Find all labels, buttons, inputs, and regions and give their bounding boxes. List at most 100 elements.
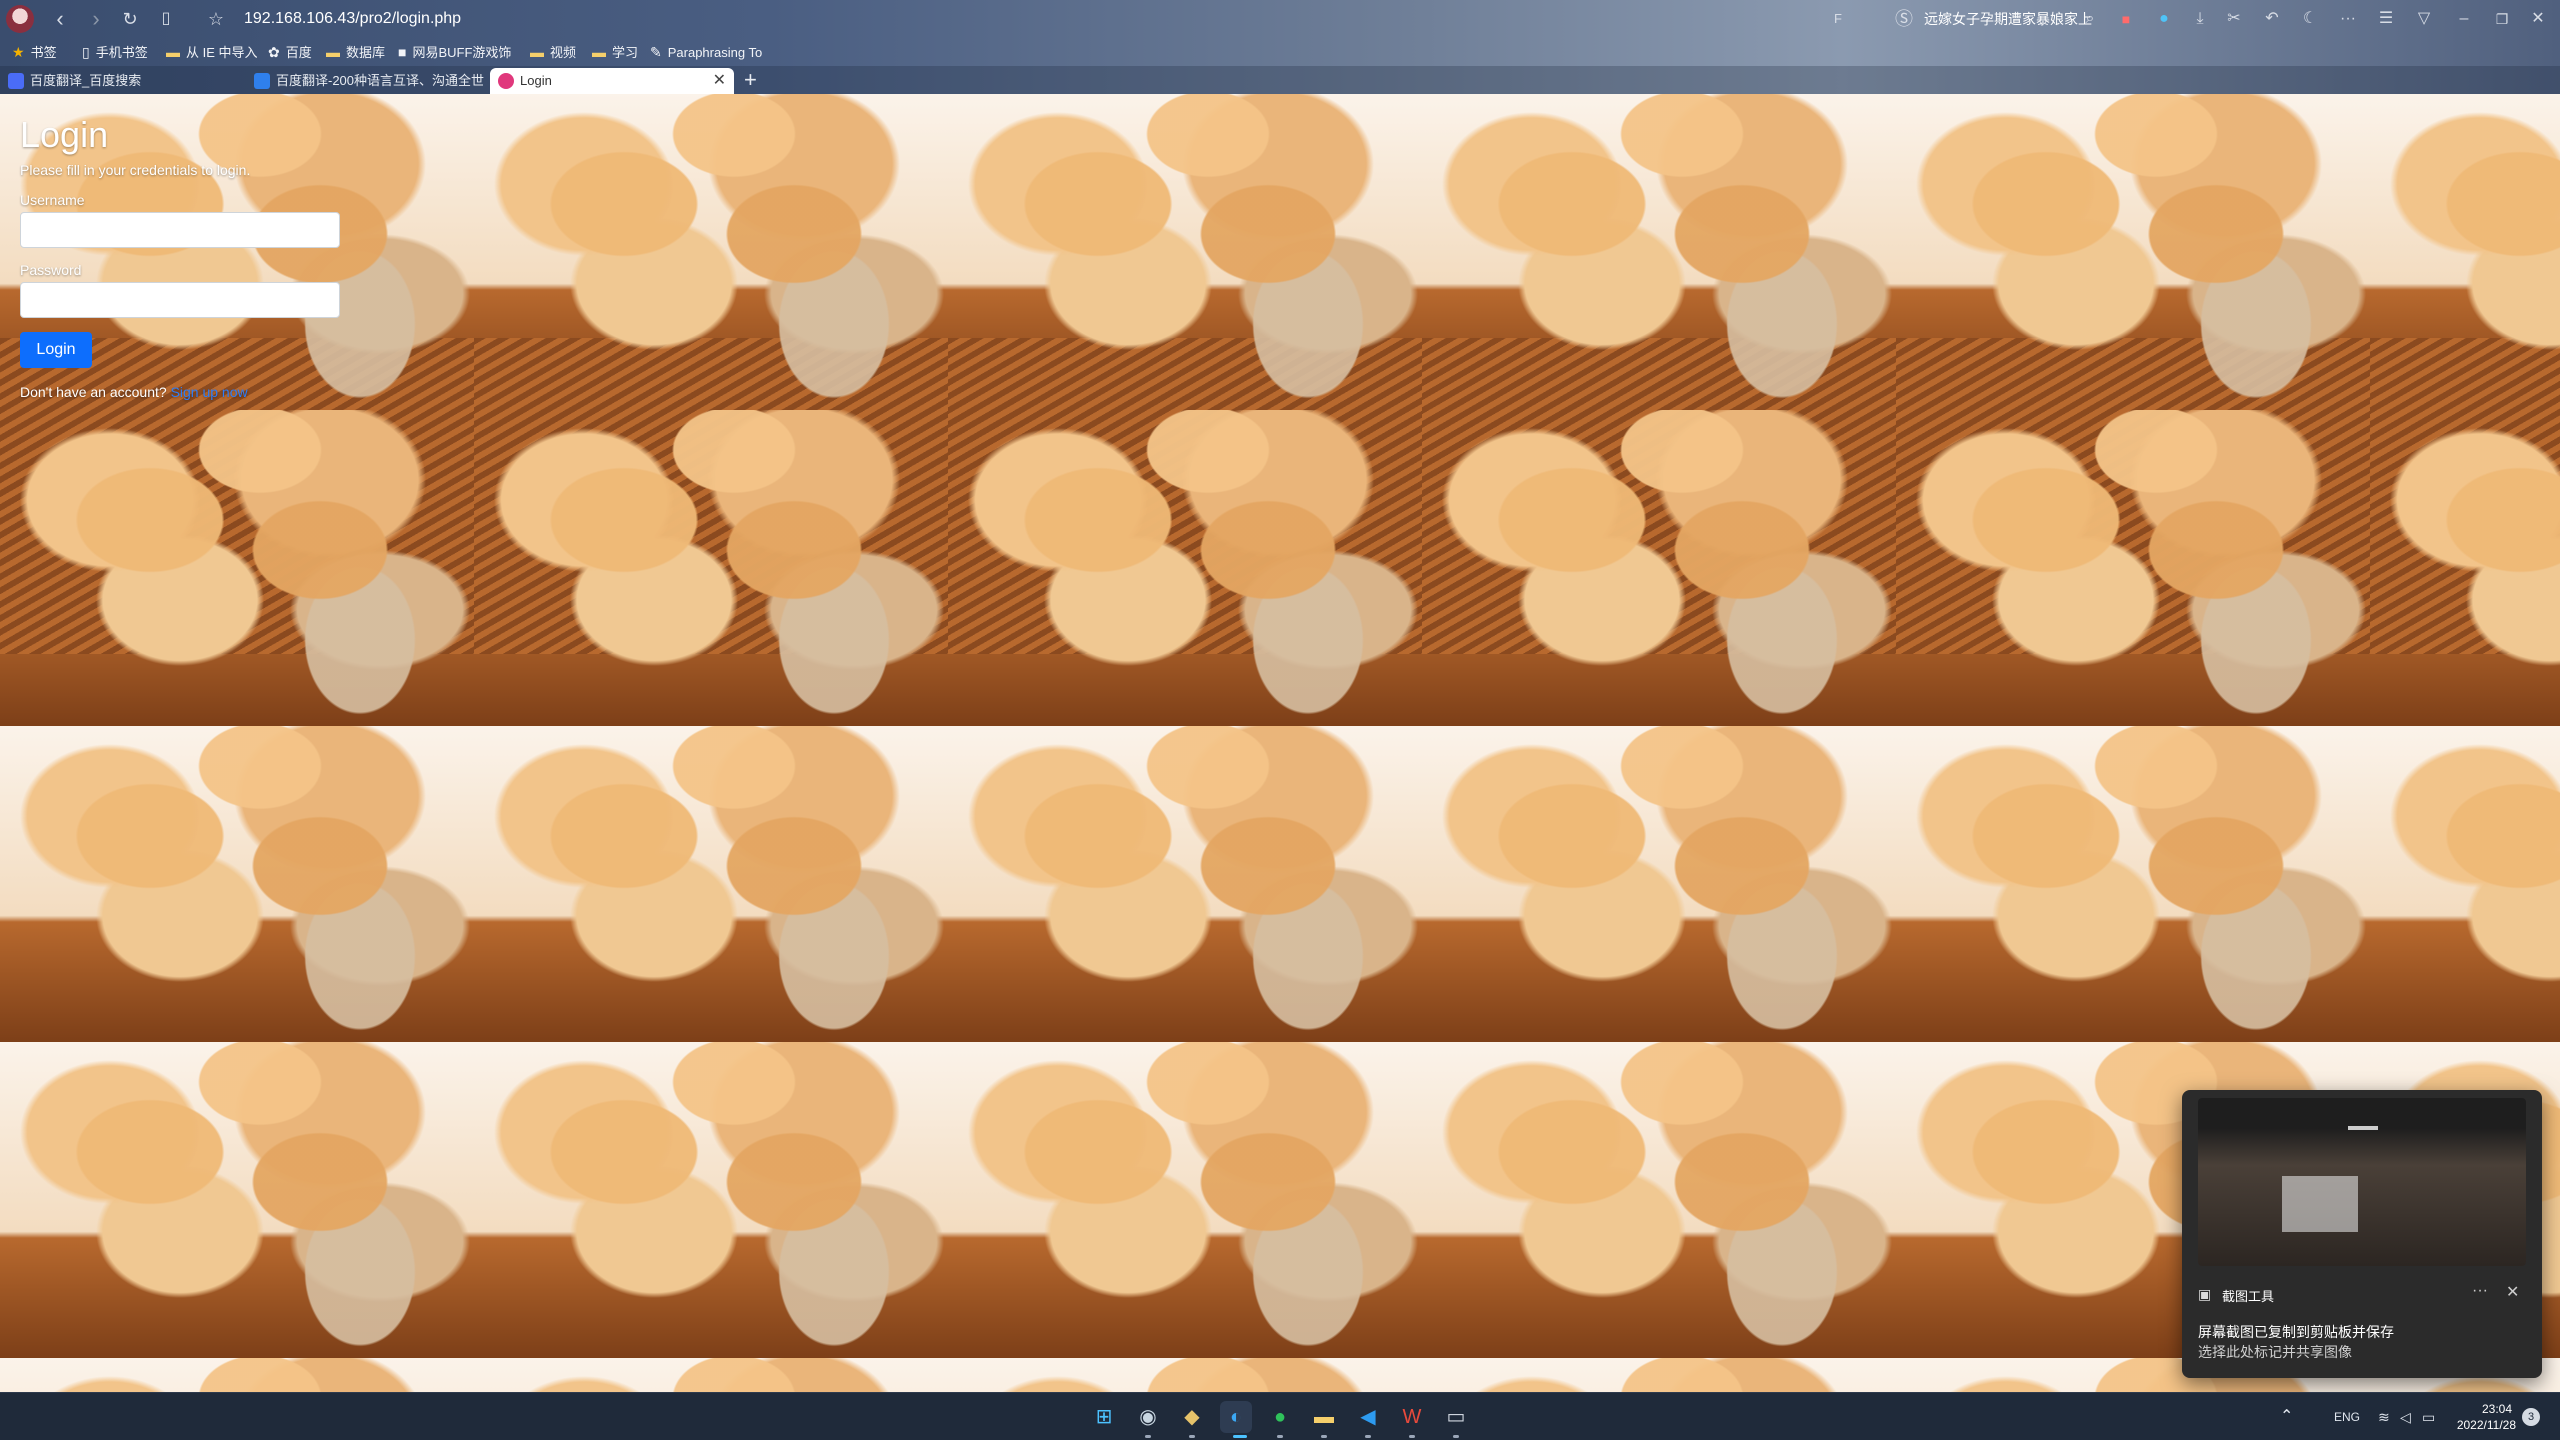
- wps-icon[interactable]: W: [1396, 1401, 1428, 1433]
- tab-label: Login: [520, 73, 552, 88]
- thumbnail-title-bar: [2348, 1126, 2378, 1130]
- tab-baidu-translate[interactable]: 百度翻译-200种语言互译、沟通全世: [246, 68, 486, 94]
- screenshot-thumbnail[interactable]: [2198, 1098, 2526, 1266]
- password-input[interactable]: [20, 282, 340, 318]
- wechat-icon[interactable]: ●: [1264, 1401, 1296, 1433]
- folder-icon: ▬: [326, 44, 340, 60]
- address-bar-row: ‹ › ↻ ▯ ☆ 192.168.106.43/pro2/login.php …: [0, 0, 2560, 38]
- windows-start-icon[interactable]: ⊞: [1088, 1401, 1120, 1433]
- notification-count-badge[interactable]: 3: [2522, 1408, 2540, 1426]
- baidu-favicon-icon: [8, 73, 24, 89]
- page-title: Login: [20, 114, 109, 155]
- screenshot-notification[interactable]: ▣ 截图工具 ··· ✕ 屏幕截图已复制到剪贴板并保存 选择此处标记并共享图像: [2182, 1090, 2542, 1378]
- scissors-icon[interactable]: ✂: [2218, 0, 2250, 38]
- close-notification-icon[interactable]: ✕: [2506, 1282, 2519, 1302]
- bookmark-item[interactable]: ✎ Paraphrasing To: [650, 38, 766, 66]
- username-label: Username: [20, 192, 85, 208]
- page-background: Login Please fill in your credentials to…: [0, 94, 2560, 1392]
- phone-icon: ▯: [82, 44, 90, 60]
- signup-line: Don't have an account? Sign up now: [20, 384, 360, 400]
- bookmark-label: 书签: [30, 45, 57, 60]
- bookmark-item[interactable]: ▬ 视频: [530, 38, 576, 66]
- running-indicator: [1189, 1435, 1195, 1438]
- baidu-icon: ✿: [268, 44, 280, 60]
- terminal-icon[interactable]: ▭: [1440, 1401, 1472, 1433]
- wifi-icon[interactable]: ≋: [2378, 1393, 2390, 1440]
- bookmark-label: 百度: [285, 45, 312, 60]
- more-icon[interactable]: ···: [2332, 0, 2364, 38]
- search-engine-icon[interactable]: Ⓢ: [1888, 0, 1920, 38]
- tab-label: 百度翻译-200种语言互译、沟通全世: [276, 73, 485, 88]
- running-indicator: [1321, 1435, 1327, 1438]
- steam-icon[interactable]: ◉: [1132, 1401, 1164, 1433]
- taskbar: ⊞ ◉ ◆ ◐ ● ▬ ◀ W ▭ ⌃ ENG ≋ ◁ ▭ 23:04 2022…: [0, 1392, 2560, 1440]
- buff-icon: ■: [398, 44, 407, 60]
- running-indicator: [1409, 1435, 1415, 1438]
- bookmark-item[interactable]: ★ 书签: [12, 38, 57, 66]
- bookmark-item[interactable]: ✿ 百度: [268, 38, 312, 66]
- running-indicator: [1365, 1435, 1371, 1438]
- extension-blue-icon[interactable]: ●: [2148, 0, 2180, 38]
- bookmark-item[interactable]: ▯ 手机书签: [82, 38, 148, 66]
- edge-icon[interactable]: ◐: [1220, 1401, 1252, 1433]
- bookmark-label: 手机书签: [95, 45, 148, 60]
- password-label: Password: [20, 262, 82, 278]
- back-icon[interactable]: ‹: [44, 0, 76, 38]
- dark-mode-icon[interactable]: ☾: [2294, 0, 2326, 38]
- bookmark-item[interactable]: ▬ 学习: [592, 38, 638, 66]
- notification-hint: 选择此处标记并共享图像: [2198, 1344, 2352, 1360]
- input-language[interactable]: ENG: [2334, 1393, 2360, 1440]
- bookmark-label: Paraphrasing To: [667, 45, 763, 60]
- login-description: Please fill in your credentials to login…: [20, 162, 251, 178]
- download-icon[interactable]: ⤓: [2184, 0, 2216, 38]
- volume-icon[interactable]: ◁: [2400, 1393, 2411, 1440]
- browser-chrome: ‹ › ↻ ▯ ☆ 192.168.106.43/pro2/login.php …: [0, 0, 2560, 94]
- sidebar-toggle-icon[interactable]: ▯: [150, 0, 182, 38]
- close-tab-icon[interactable]: ✕: [713, 68, 726, 94]
- file-explorer-icon[interactable]: ▬: [1308, 1401, 1340, 1433]
- vscode-icon[interactable]: ◀: [1352, 1401, 1384, 1433]
- thumbnail-form: [2282, 1176, 2358, 1232]
- undo-icon[interactable]: ↶: [2256, 0, 2288, 38]
- menu-icon[interactable]: ☰: [2370, 0, 2402, 38]
- translate-favicon-icon: [254, 73, 270, 89]
- running-indicator: [1277, 1435, 1283, 1438]
- tab-login[interactable]: Login ✕: [490, 68, 734, 94]
- restore-icon[interactable]: ❐: [2486, 0, 2518, 38]
- signup-link[interactable]: Sign up now: [171, 384, 248, 400]
- battery-icon[interactable]: ▭: [2422, 1393, 2435, 1440]
- bookmark-item[interactable]: ▬ 从 IE 中导入: [166, 38, 258, 66]
- url-field[interactable]: 192.168.106.43/pro2/login.php: [244, 0, 461, 38]
- tab-label: 百度翻译_百度搜索: [30, 73, 142, 88]
- snipping-tool-icon: ▣: [2198, 1286, 2212, 1302]
- translate-icon[interactable]: F: [1822, 0, 1854, 38]
- reload-icon[interactable]: ↻: [114, 0, 146, 38]
- login-favicon-icon: [498, 73, 514, 89]
- more-options-icon[interactable]: ···: [2472, 1282, 2488, 1300]
- minimize-icon[interactable]: –: [2448, 0, 2480, 38]
- notification-message: 屏幕截图已复制到剪贴板并保存: [2198, 1324, 2394, 1340]
- close-window-icon[interactable]: ✕: [2522, 0, 2554, 38]
- tray-overflow-icon[interactable]: ⌃: [2280, 1393, 2293, 1440]
- bookmark-star-icon[interactable]: ☆: [200, 0, 232, 38]
- folder-icon: ▬: [166, 44, 180, 60]
- clock-date[interactable]: 2022/11/28: [2452, 1417, 2516, 1433]
- hot-search-text[interactable]: 远嫁女子孕期遭家暴娘家上: [1924, 9, 2092, 29]
- bookmark-item[interactable]: ■ 网易BUFF游戏饰: [398, 38, 511, 66]
- shirt-icon[interactable]: ▽: [2408, 0, 2440, 38]
- tab-strip: 百度翻译_百度搜索 百度翻译-200种语言互译、沟通全世 Login ✕ +: [0, 66, 2560, 94]
- clock-time[interactable]: 23:04: [2456, 1401, 2512, 1417]
- running-indicator: [1453, 1435, 1459, 1438]
- forward-icon[interactable]: ›: [80, 0, 112, 38]
- profile-avatar[interactable]: [6, 5, 34, 33]
- game-app-icon[interactable]: ◆: [1176, 1401, 1208, 1433]
- extension-red-icon[interactable]: ■: [2110, 0, 2142, 38]
- bookmark-item[interactable]: ▬ 数据库: [326, 38, 385, 66]
- tab-baidu-search[interactable]: 百度翻译_百度搜索: [0, 68, 244, 94]
- bookmark-label: 数据库: [346, 45, 386, 60]
- bookmarks-bar: ★ 书签 ▯ 手机书签 ▬ 从 IE 中导入 ✿ 百度 ▬ 数据库 ■ 网易BUFF游戏饰 …: [0, 38, 2560, 66]
- new-tab-icon[interactable]: +: [744, 66, 757, 94]
- search-icon[interactable]: ⌕: [2074, 0, 2106, 38]
- login-button[interactable]: Login: [20, 332, 92, 368]
- username-input[interactable]: [20, 212, 340, 248]
